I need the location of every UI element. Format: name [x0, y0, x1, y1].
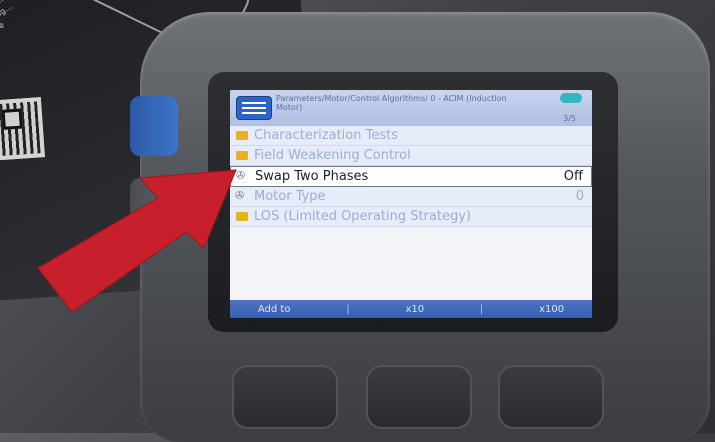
- red-arrow-icon: [37, 169, 237, 313]
- red-arrow-shape: [37, 169, 237, 313]
- photo-scene: For more inf... by scanning... (Availabl…: [0, 0, 715, 442]
